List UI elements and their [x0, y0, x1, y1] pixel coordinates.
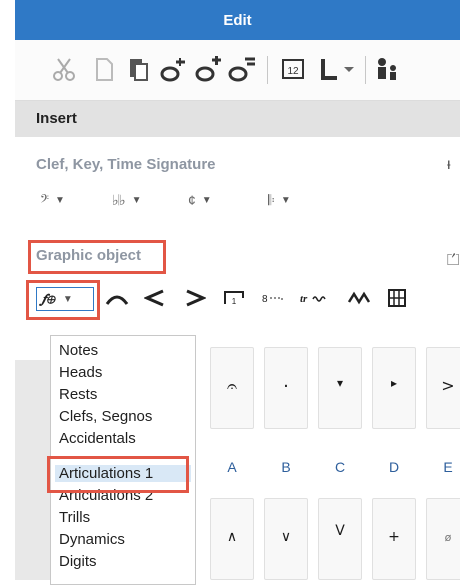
fermata-glyph: 𝄐 — [226, 376, 237, 397]
tile-label-d: D — [388, 459, 400, 475]
chevron-down-icon[interactable] — [341, 54, 357, 84]
chevron-down-icon: ▼ — [62, 293, 73, 305]
tile-label-e: E — [443, 459, 453, 475]
list-item-digits[interactable]: Digits — [59, 553, 97, 570]
clef-key-time-section-title: Clef, Key, Time Signature — [36, 156, 216, 173]
toolbar-separator — [267, 56, 268, 84]
note-up-icon[interactable] — [158, 54, 188, 84]
list-item-dynamics[interactable]: Dynamics — [59, 531, 125, 548]
chevron-down-icon: ▼ — [201, 194, 212, 206]
mordent-icon[interactable] — [346, 288, 372, 308]
note-add-icon[interactable] — [193, 54, 223, 84]
svg-text:8: 8 — [262, 294, 268, 305]
slur-icon[interactable] — [104, 288, 130, 308]
insert-header-label: Insert — [36, 110, 77, 127]
symbol-palette: 𝄐 · ▾ ▸ > A B C D E ∧ ∨ V + ø — [200, 335, 460, 580]
list-item-notes[interactable]: Notes — [59, 342, 98, 359]
symbol-tile-e[interactable]: > — [426, 347, 460, 429]
chevron-down-icon: ▼ — [131, 194, 142, 206]
crescendo-icon[interactable] — [144, 288, 166, 308]
symbol-tile-i[interactable]: + — [372, 498, 416, 580]
symbol-tile-c[interactable]: ▾ — [318, 347, 362, 429]
window-title: Edit — [223, 11, 252, 29]
clipped-icon: ⏍ — [447, 252, 460, 269]
plus-glyph: + — [388, 529, 400, 545]
symbol-tile-d[interactable]: ▸ — [372, 347, 416, 429]
tile-label-c: C — [334, 459, 346, 475]
people-icon[interactable] — [372, 54, 402, 84]
tile-label-b: B — [281, 459, 291, 475]
ending-bracket-icon[interactable]: 1 — [222, 288, 246, 308]
trill-icon[interactable]: tr — [298, 288, 330, 308]
svg-text:tr: tr — [300, 293, 308, 305]
copy-icon[interactable] — [89, 54, 119, 84]
marcato-glyph: ∧ — [226, 529, 238, 545]
clef-combo[interactable]: 𝄢 ▼ — [40, 186, 65, 214]
marcato-down-glyph: ∨ — [280, 529, 292, 545]
symbol-tile-h[interactable]: V — [318, 498, 362, 580]
articulations-1-highlight — [47, 456, 189, 493]
chevron-down-icon: ▼ — [280, 194, 291, 206]
barline-symbol: 𝄆 — [268, 191, 275, 208]
svg-text:1: 1 — [232, 297, 237, 306]
time-signature-symbol: ¢ — [188, 192, 196, 208]
symbol-tile-j[interactable]: ø — [426, 498, 460, 580]
graphic-object-section-title: Graphic object — [36, 247, 142, 264]
number-box-icon[interactable]: 12 — [279, 54, 309, 84]
scissors-icon[interactable] — [49, 54, 79, 84]
left-shadow-strip — [15, 360, 50, 580]
edit-toolbar: 12 — [15, 40, 460, 101]
wedge-glyph: ▸ — [390, 376, 398, 390]
symbol-tile-a[interactable]: 𝄐 — [210, 347, 254, 429]
time-signature-combo[interactable]: ¢ ▼ — [188, 186, 212, 214]
graphic-object-combo[interactable]: 𝆑⊕ ▼ — [36, 287, 94, 311]
list-item-clefs-segnos[interactable]: Clefs, Segnos — [59, 408, 152, 425]
symbol-tile-g[interactable]: ∨ — [264, 498, 308, 580]
key-signature-symbol: ♭𝄀♭ — [112, 191, 126, 208]
svg-text:12: 12 — [287, 66, 299, 77]
decrescendo-icon[interactable] — [184, 288, 206, 308]
octave-8va-icon[interactable]: 8 — [258, 288, 288, 308]
staccato-glyph: · — [283, 376, 289, 397]
toolbar-separator — [365, 56, 366, 84]
chevron-down-icon: ▼ — [55, 194, 65, 206]
staccatissimo-glyph: ▾ — [336, 376, 344, 390]
window-title-bar: Edit — [15, 0, 460, 40]
list-item-accidentals[interactable]: Accidentals — [59, 430, 136, 447]
insert-panel-header: Insert — [15, 101, 460, 137]
graphic-object-symbol: 𝆑⊕ — [42, 291, 55, 306]
paste-icon[interactable] — [123, 54, 153, 84]
key-signature-combo[interactable]: ♭𝄀♭ ▼ — [112, 186, 142, 214]
symbol-tile-f[interactable]: ∧ — [210, 498, 254, 580]
tile-label-a: A — [227, 459, 237, 475]
clef-symbol: 𝄢 — [40, 191, 50, 208]
table-grid-icon[interactable] — [386, 287, 408, 309]
barline-combo[interactable]: 𝄆 ▼ — [268, 186, 291, 214]
list-item-rests[interactable]: Rests — [59, 386, 97, 403]
up-bow-glyph: V — [335, 523, 345, 539]
list-item-trills[interactable]: Trills — [59, 509, 90, 526]
symbol-tile-b[interactable]: · — [264, 347, 308, 429]
accent-glyph: > — [441, 376, 455, 395]
note-style-icon[interactable] — [227, 54, 257, 84]
clipped-icon: ᵻ — [447, 156, 451, 173]
open-glyph: ø — [444, 531, 452, 544]
list-item-heads[interactable]: Heads — [59, 364, 102, 381]
